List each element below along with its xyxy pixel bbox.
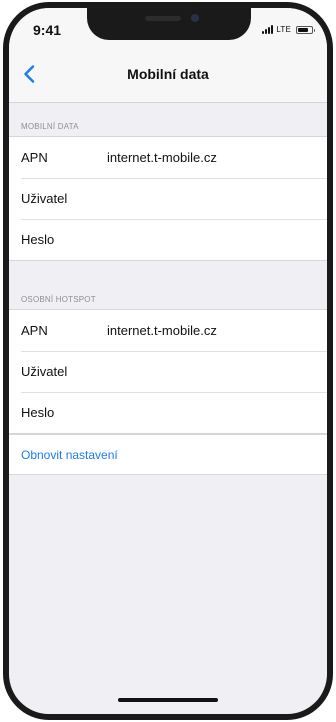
row-label: Uživatel bbox=[21, 364, 68, 379]
username-row[interactable]: Uživatel bbox=[9, 351, 327, 392]
reset-group: Obnovit nastavení bbox=[9, 434, 327, 475]
apn-row[interactable]: APN internet.t-mobile.cz bbox=[9, 137, 327, 178]
apn-field[interactable]: internet.t-mobile.cz bbox=[107, 323, 217, 338]
row-label: Heslo bbox=[21, 232, 55, 247]
row-label: APN bbox=[21, 323, 48, 338]
status-icons: LTE bbox=[262, 25, 315, 34]
home-indicator[interactable] bbox=[118, 698, 218, 702]
phone-frame: 9:41 LTE Mobilní data MOBILNÍ DATA APN i… bbox=[3, 2, 333, 720]
front-camera bbox=[191, 14, 199, 22]
username-row[interactable]: Uživatel bbox=[9, 178, 327, 219]
row-label: Uživatel bbox=[21, 191, 68, 206]
section-header-personal-hotspot: OSOBNÍ HOTSPOT bbox=[21, 295, 96, 304]
signal-icon bbox=[262, 25, 274, 34]
mobile-data-group: APN internet.t-mobile.cz Uživatel Heslo bbox=[9, 136, 327, 261]
chevron-left-icon bbox=[24, 65, 35, 83]
status-time: 9:41 bbox=[33, 22, 62, 38]
network-type: LTE bbox=[276, 25, 291, 34]
password-row[interactable]: Heslo bbox=[9, 392, 327, 433]
apn-field[interactable]: internet.t-mobile.cz bbox=[107, 150, 217, 165]
personal-hotspot-group: APN internet.t-mobile.cz Uživatel Heslo bbox=[9, 309, 327, 434]
apn-row[interactable]: APN internet.t-mobile.cz bbox=[9, 310, 327, 351]
row-label: APN bbox=[21, 150, 48, 165]
row-label: Heslo bbox=[21, 405, 55, 420]
battery-icon bbox=[296, 25, 315, 34]
notch bbox=[87, 8, 251, 40]
screen: 9:41 LTE Mobilní data MOBILNÍ DATA APN i… bbox=[9, 8, 327, 714]
password-row[interactable]: Heslo bbox=[9, 219, 327, 260]
back-button[interactable] bbox=[17, 62, 41, 86]
page-title: Mobilní data bbox=[127, 66, 209, 82]
speaker-grille bbox=[145, 16, 181, 21]
battery-level bbox=[298, 27, 308, 32]
section-header-mobile-data: MOBILNÍ DATA bbox=[21, 122, 79, 131]
reset-settings-button[interactable]: Obnovit nastavení bbox=[21, 448, 118, 462]
